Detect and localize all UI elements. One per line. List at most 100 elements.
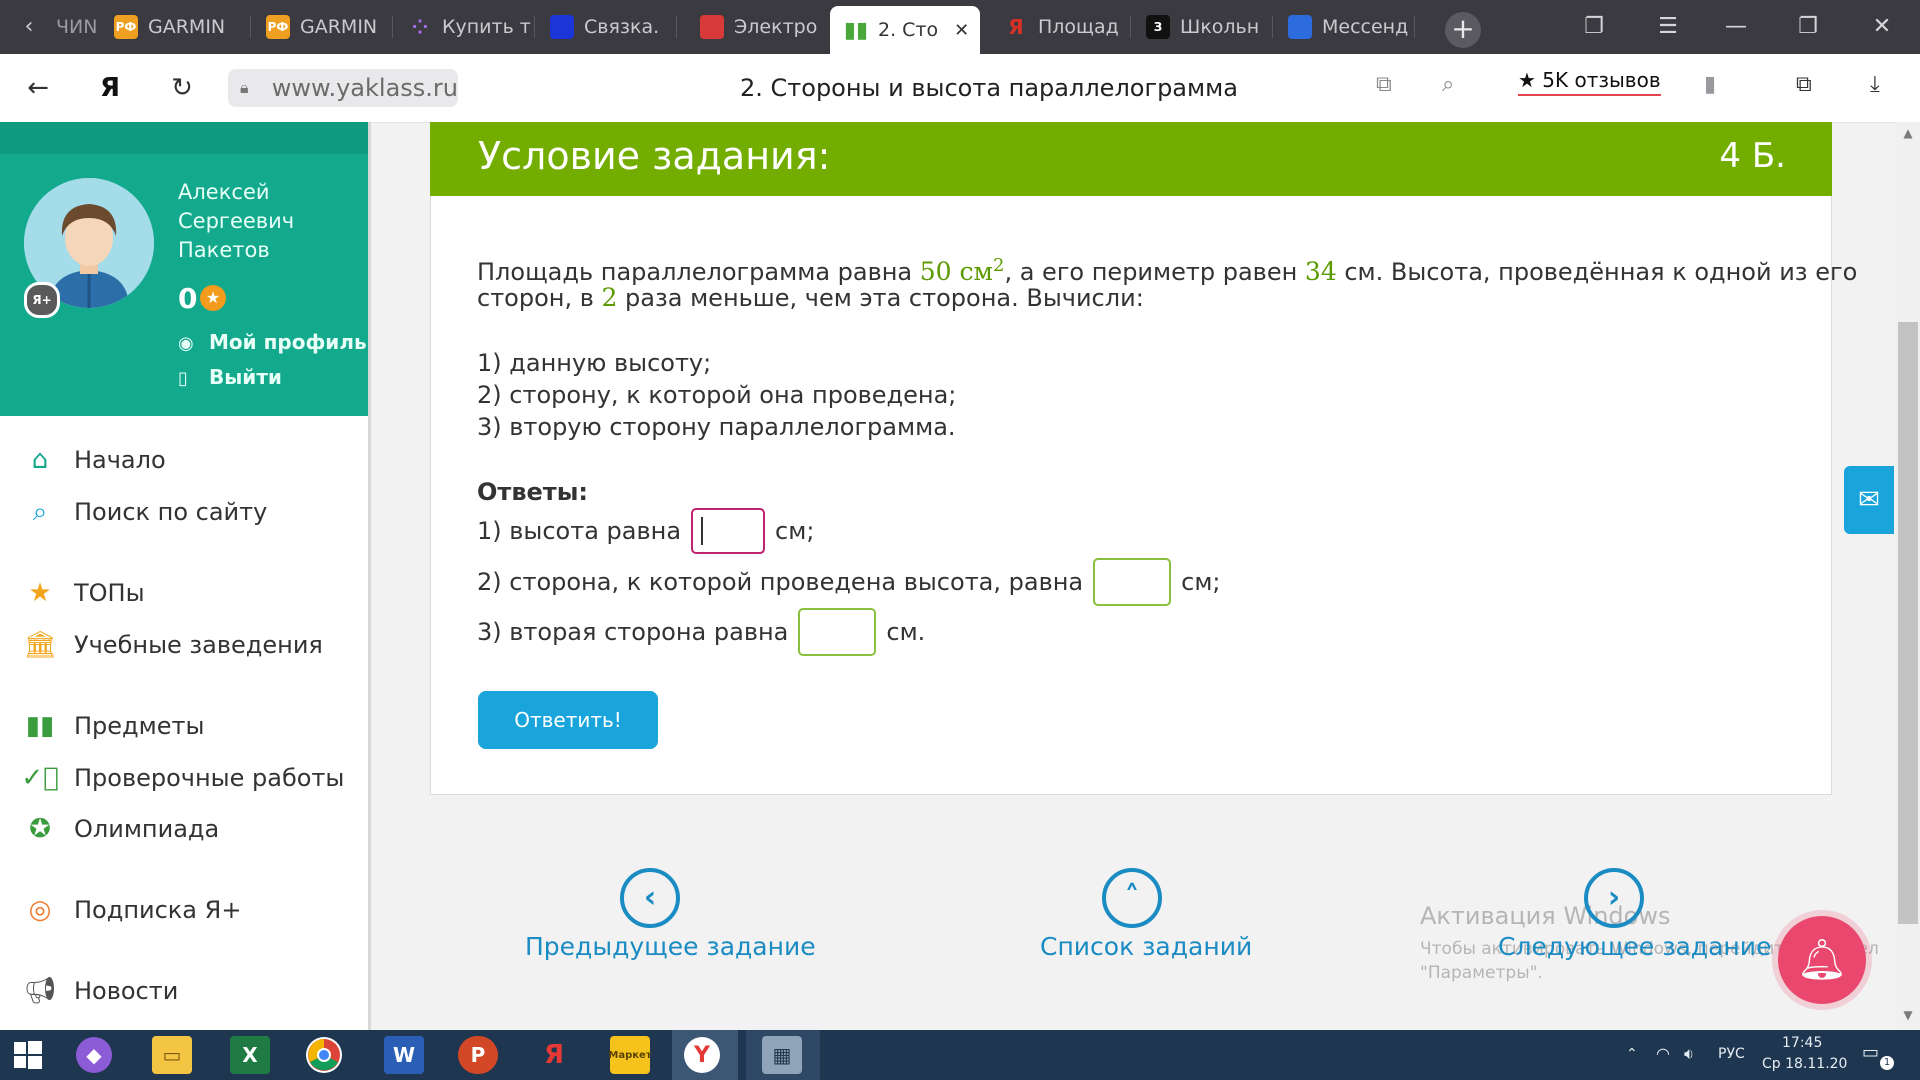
tab-manager-icon[interactable]: ❐ <box>1574 10 1614 44</box>
reload-icon[interactable]: ↻ <box>164 70 200 106</box>
tab-garmin-2[interactable]: РФ GARMIN <box>252 6 390 48</box>
yandex-browser-icon[interactable]: Я <box>534 1036 574 1074</box>
logout-icon: ▯ <box>178 368 188 389</box>
sidebar-item-subjects[interactable]: ▮▮ Предметы <box>24 710 205 742</box>
copy-icon[interactable]: ⧉ <box>1376 72 1392 97</box>
notifications-count: 1 <box>1880 1056 1894 1070</box>
second-side-input[interactable] <box>798 608 877 656</box>
tab-elektro[interactable]: Электро <box>686 6 824 48</box>
file-explorer-icon[interactable]: ▭ <box>152 1036 192 1074</box>
clock-time[interactable]: 17:45 <box>1782 1035 1822 1051</box>
volume-icon[interactable]: 🔉︎ <box>1684 1044 1694 1064</box>
user-name: Алексей Сергеевич Пакетов <box>178 178 358 265</box>
zoom-icon[interactable]: ⌕ <box>1442 72 1454 97</box>
tab-garmin-1[interactable]: РФ GARMIN <box>100 6 238 48</box>
my-profile-label: Мой профиль <box>208 330 367 354</box>
sidebar-item-tops[interactable]: ★ ТОПы <box>24 577 145 609</box>
bookmark-icon[interactable]: ▮ <box>1704 72 1716 97</box>
height-input[interactable] <box>691 508 766 554</box>
feedback-mail-icon[interactable]: ✉ <box>1844 466 1894 534</box>
answer-3-unit: см. <box>886 618 926 646</box>
sidebar-item-search[interactable]: ⌕ Поиск по сайту <box>24 496 268 528</box>
download-icon[interactable]: ⤓ <box>1870 72 1880 97</box>
scroll-up-icon[interactable]: ▲ <box>1898 126 1918 140</box>
new-tab-icon[interactable]: + <box>1445 12 1481 48</box>
sidebar-item-label: ТОПы <box>74 579 145 607</box>
restore-icon[interactable]: ❐ <box>1788 10 1828 44</box>
url-text: www.yaklass.ru <box>271 74 458 102</box>
word-icon[interactable]: W <box>384 1036 424 1074</box>
previous-task-icon[interactable]: ‹ <box>620 868 680 928</box>
sidebar-item-news[interactable]: 📢︎ Новости <box>24 975 179 1007</box>
tab-messenger[interactable]: Мессенд <box>1274 6 1412 48</box>
sidebar-item-label: Предметы <box>74 712 205 740</box>
tab-shkolnye[interactable]: З Школьн <box>1132 6 1270 48</box>
powerpoint-icon[interactable]: P <box>458 1036 498 1074</box>
tab-separator <box>392 16 393 38</box>
tab-label: Купить т <box>442 16 531 38</box>
rf-icon: РФ <box>114 15 138 39</box>
chat-icon <box>1288 15 1312 39</box>
answer-1-unit: см; <box>775 517 815 545</box>
perimeter-value: 34 <box>1304 257 1337 286</box>
tray-expand-icon[interactable]: ⌃ <box>1626 1046 1638 1062</box>
tab-ploshad[interactable]: Я Площад <box>990 6 1128 48</box>
sidebar-item-institutions[interactable]: 🏛︎ Учебные заведения <box>24 629 323 661</box>
logout-link[interactable]: ▯ Выйти <box>178 365 282 389</box>
sidebar-item-tests[interactable]: ✓⃝ Проверочные работы <box>21 762 344 794</box>
sidebar-item-olympiad[interactable]: ✪ Олимпиада <box>24 813 219 845</box>
chrome-icon[interactable] <box>306 1037 342 1073</box>
puzzle-icon <box>700 15 724 39</box>
market-icon[interactable]: Маркет <box>608 1036 652 1074</box>
answer-row-3: 3) вторая сторона равна см. <box>477 608 925 656</box>
next-task-icon[interactable]: › <box>1584 868 1644 928</box>
scrollbar-thumb[interactable] <box>1898 322 1918 924</box>
browser-menu-icon[interactable]: ☰ <box>1648 10 1688 44</box>
windows-start-icon[interactable] <box>8 1036 48 1074</box>
my-profile-link[interactable]: ◉ Мой профиль <box>178 330 367 354</box>
tabs-scroll-left-icon[interactable]: ‹ <box>14 12 44 42</box>
submit-answer-button[interactable]: Ответить! <box>478 691 658 749</box>
back-icon[interactable]: ← <box>20 70 56 106</box>
yandex-app-icon[interactable]: Y <box>684 1037 720 1073</box>
tab-kupit[interactable]: ⁘ Купить т <box>394 6 532 48</box>
tab-active-yaklass[interactable]: ▮▮ 2. Сто ✕ <box>830 6 980 54</box>
profile-panel: Я+ Алексей Сергеевич Пакетов 0 ★ ◉ Мой п… <box>0 122 368 416</box>
check-circle-icon: ✓⃝ <box>21 763 59 793</box>
url-field[interactable]: 🔒︎ www.yaklass.ru <box>228 69 458 107</box>
reviews-badge[interactable]: ★ 5K отзывов <box>1518 68 1661 96</box>
task-list-link[interactable]: Список заданий <box>1040 932 1252 961</box>
close-tab-icon[interactable]: ✕ <box>954 20 969 41</box>
close-window-icon[interactable]: ✕ <box>1862 10 1902 44</box>
excel-icon[interactable]: X <box>230 1036 270 1074</box>
minimize-icon[interactable]: — <box>1716 10 1756 44</box>
sidebar-item-home[interactable]: ⌂ Начало <box>24 444 166 476</box>
page-title: 2. Стороны и высота параллелограмма <box>740 74 1238 102</box>
assistant-icon[interactable]: ◆ <box>76 1037 112 1073</box>
collections-icon[interactable]: ⧉ <box>1796 72 1812 97</box>
clock-date[interactable]: Ср 18.11.20 <box>1762 1056 1847 1072</box>
network-icon[interactable]: ◠ <box>1656 1044 1670 1063</box>
notifications-icon[interactable]: ▭ <box>1862 1042 1879 1063</box>
sidebar-item-label: Начало <box>74 446 166 474</box>
notification-bell-icon[interactable]: 🔔︎ <box>1778 916 1866 1004</box>
tab-separator <box>250 16 251 38</box>
tab-label: Площад <box>1038 16 1119 38</box>
user-first-name: Алексей <box>178 180 270 204</box>
yandex-logo-icon[interactable]: Я <box>92 70 128 106</box>
language-indicator[interactable]: РУС <box>1718 1046 1745 1062</box>
task-list-icon[interactable]: ˄ <box>1102 868 1162 928</box>
statement-text: раза меньше, чем эта сторона. Вычисли: <box>617 284 1144 312</box>
points-value: 0 <box>178 282 198 315</box>
answers-title: Ответы: <box>477 478 588 506</box>
task-title: Условие задания: <box>478 134 831 178</box>
tab-svyazka[interactable]: Связка. <box>536 6 674 48</box>
subscription-icon: ◎ <box>28 895 52 925</box>
next-task-link[interactable]: Следующее задание <box>1498 932 1771 961</box>
sidebar-item-subscription[interactable]: ◎ Подписка Я+ <box>24 894 242 926</box>
tab-fragment[interactable]: ЧИN <box>56 16 97 38</box>
scroll-down-icon[interactable]: ▼ <box>1898 1008 1918 1022</box>
side-input[interactable] <box>1093 558 1172 606</box>
calculator-icon[interactable]: ▦ <box>762 1036 802 1074</box>
previous-task-link[interactable]: Предыдущее задание <box>525 932 816 961</box>
